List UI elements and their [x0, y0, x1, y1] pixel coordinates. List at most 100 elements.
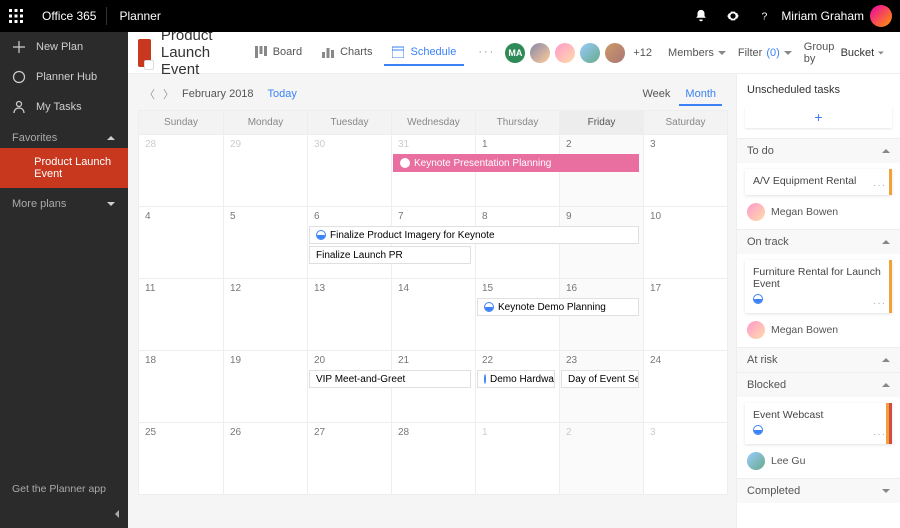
more-plans-header[interactable]: More plans [0, 188, 128, 214]
add-task-button[interactable]: + [745, 106, 892, 128]
day-cell[interactable]: 2 [559, 422, 643, 494]
collapse-nav-button[interactable] [0, 505, 128, 528]
day-number: 9 [566, 211, 572, 222]
day-number: 29 [230, 139, 241, 150]
day-cell[interactable]: 12 [223, 278, 307, 350]
planner-hub-link[interactable]: Planner Hub [0, 62, 128, 92]
week-view-button[interactable]: Week [636, 84, 676, 104]
tab-board[interactable]: Board [247, 40, 310, 66]
today-button[interactable]: Today [268, 88, 297, 100]
event-bar[interactable]: Day of Event Setup [561, 370, 639, 388]
bucket-header-atrisk[interactable]: At risk [737, 347, 900, 372]
event-bar[interactable]: Finalize Product Imagery for Keynote [309, 226, 639, 244]
task-card[interactable]: A/V Equipment Rental ··· [745, 169, 892, 195]
groupby-dropdown[interactable]: Group by Bucket [798, 37, 890, 69]
chevron-up-icon [882, 356, 890, 364]
day-cell[interactable]: 4 [139, 206, 223, 278]
day-cell[interactable]: 18 [139, 350, 223, 422]
day-cell[interactable]: 1 [475, 422, 559, 494]
day-cell[interactable]: 13 [307, 278, 391, 350]
task-assignee[interactable]: Megan Bowen [737, 201, 900, 229]
assignee-name: Lee Gu [771, 455, 805, 467]
day-cell[interactable]: 17 [643, 278, 727, 350]
bucket-header-completed[interactable]: Completed [737, 478, 900, 503]
day-cell[interactable]: 30 [307, 134, 391, 206]
task-more-button[interactable]: ··· [873, 429, 886, 440]
day-cell[interactable]: 14 [391, 278, 475, 350]
event-title: Demo Hardware [490, 374, 555, 385]
avatar [747, 452, 765, 470]
day-cell[interactable]: 28 [391, 422, 475, 494]
avatar [530, 43, 550, 63]
day-cell[interactable]: 3 [643, 422, 727, 494]
calendar-icon [392, 46, 404, 58]
bucket-header-ontrack[interactable]: On track [737, 229, 900, 254]
day-cell[interactable]: 5 [223, 206, 307, 278]
month-view-button[interactable]: Month [679, 84, 722, 106]
tab-schedule[interactable]: Schedule [384, 40, 464, 66]
tab-charts[interactable]: Charts [314, 40, 380, 66]
day-cell[interactable]: 26 [223, 422, 307, 494]
suite-brand[interactable]: Office 365 [32, 9, 106, 23]
task-assignee[interactable]: Megan Bowen [737, 319, 900, 347]
my-tasks-link[interactable]: My Tasks [0, 92, 128, 122]
day-cell[interactable]: 28 [139, 134, 223, 206]
waffle-icon [9, 9, 23, 23]
task-title: Event Webcast [753, 409, 884, 421]
day-cell[interactable]: 29 [223, 134, 307, 206]
team-avatars[interactable]: MA [505, 43, 625, 63]
day-number: 17 [650, 283, 661, 294]
get-app-link[interactable]: Get the Planner app [0, 473, 128, 505]
day-cell[interactable]: 3 [643, 134, 727, 206]
task-assignee[interactable]: Lee Gu [737, 450, 900, 478]
bucket-header-todo[interactable]: To do [737, 138, 900, 163]
notifications-button[interactable] [685, 0, 717, 32]
plan-view-tabs: Board Charts Schedule ··· [247, 40, 506, 66]
unscheduled-header: Unscheduled tasks [737, 74, 900, 100]
prev-month-button[interactable]: 〈 [144, 86, 155, 102]
day-cell[interactable]: 24 [643, 350, 727, 422]
day-number: 16 [566, 283, 577, 294]
settings-button[interactable] [717, 0, 749, 32]
day-number: 13 [314, 283, 325, 294]
more-members-count[interactable]: +12 [633, 47, 652, 59]
app-launcher-button[interactable] [0, 0, 32, 32]
priority-stripe [886, 403, 889, 444]
help-button[interactable]: ? [749, 0, 781, 32]
sidebar-plan-product-launch[interactable]: Product Launch Event [0, 148, 128, 188]
members-dropdown[interactable]: Members [662, 43, 732, 63]
filter-dropdown[interactable]: Filter (0) [732, 43, 798, 63]
event-bar[interactable]: Keynote Demo Planning [477, 298, 639, 316]
day-cell[interactable]: 10 [643, 206, 727, 278]
day-cell[interactable]: 11 [139, 278, 223, 350]
day-number: 22 [482, 355, 493, 366]
bucket-label: On track [747, 236, 789, 248]
day-cell[interactable]: 19 [223, 350, 307, 422]
bucket-header-blocked[interactable]: Blocked [737, 372, 900, 397]
favorites-header[interactable]: Favorites [0, 122, 128, 148]
plan-more-button[interactable]: ··· [468, 40, 505, 66]
avatar [580, 43, 600, 63]
task-more-button[interactable]: ··· [873, 298, 886, 309]
next-month-button[interactable]: 〉 [163, 86, 174, 102]
day-number: 3 [650, 139, 656, 150]
task-card[interactable]: Furniture Rental for Launch Event ··· [745, 260, 892, 313]
event-bar[interactable]: VIP Meet-and-Greet [309, 370, 471, 388]
event-bar[interactable]: Demo Hardware [477, 370, 555, 388]
board-icon [255, 46, 267, 58]
bucket-label: To do [747, 145, 774, 157]
task-more-button[interactable]: ··· [873, 180, 886, 191]
event-bar[interactable]: Keynote Presentation Planning [393, 154, 639, 172]
weekday-header: Saturday [643, 111, 727, 134]
day-number: 2 [566, 427, 572, 438]
plan-title[interactable]: Product Launch Event [161, 32, 229, 78]
day-cell[interactable]: 25 [139, 422, 223, 494]
app-name[interactable]: Planner [107, 9, 172, 23]
task-card[interactable]: Event Webcast ··· [745, 403, 892, 444]
new-plan-button[interactable]: New Plan [0, 32, 128, 62]
day-cell[interactable]: 27 [307, 422, 391, 494]
chevron-down-icon [106, 199, 116, 209]
account-menu[interactable]: Miriam Graham [781, 5, 900, 27]
plan-logo[interactable] [138, 39, 151, 67]
event-bar[interactable]: Finalize Launch PR [309, 246, 471, 264]
